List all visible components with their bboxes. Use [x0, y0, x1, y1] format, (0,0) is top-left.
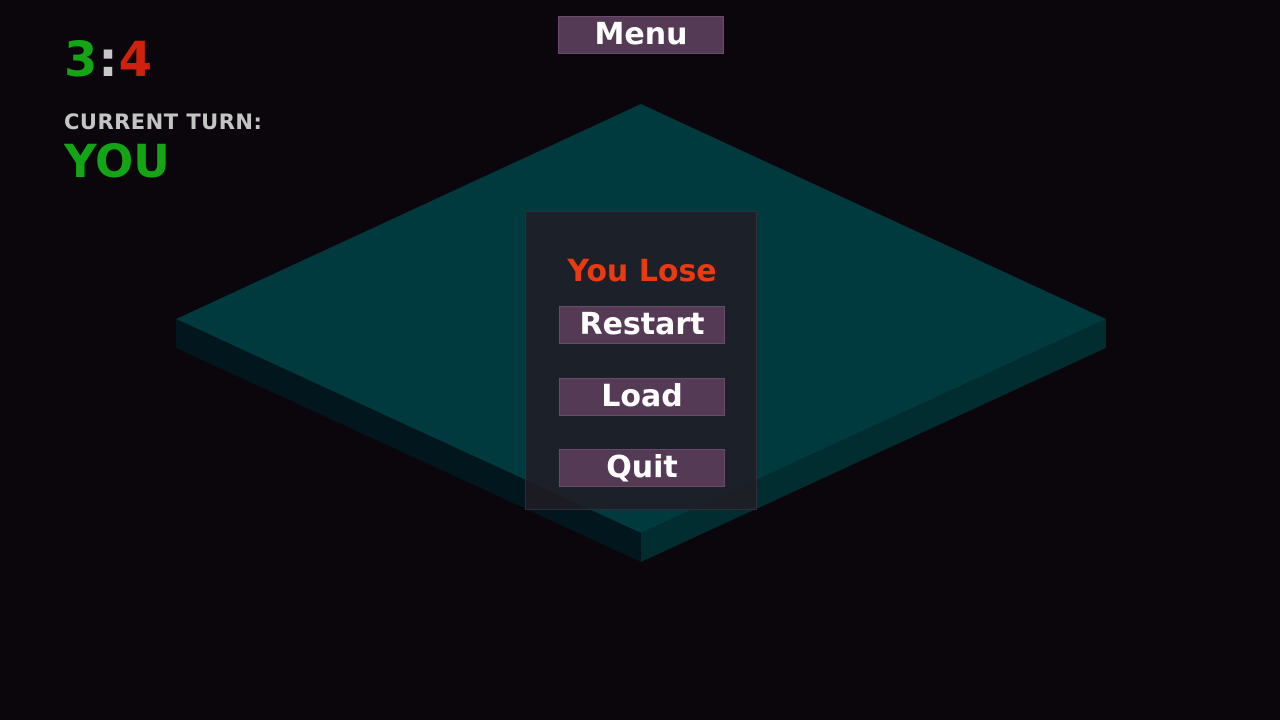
load-button[interactable]: Load — [559, 378, 725, 416]
restart-button[interactable]: Restart — [559, 306, 725, 344]
score-display: 3:4 — [64, 30, 153, 90]
opponent-score: 4 — [118, 32, 154, 88]
player-score: 3 — [64, 32, 99, 88]
game-screen: 3:4 CURRENT TURN: YOU Menu You Lose Rest… — [0, 0, 1280, 720]
menu-button[interactable]: Menu — [558, 16, 724, 54]
current-turn-label: CURRENT TURN: — [64, 110, 263, 134]
quit-button[interactable]: Quit — [559, 449, 725, 487]
game-over-dialog: You Lose Restart Load Quit — [525, 211, 757, 510]
current-turn-value: YOU — [64, 135, 170, 188]
result-title: You Lose — [567, 254, 717, 289]
score-separator: : — [98, 32, 119, 88]
